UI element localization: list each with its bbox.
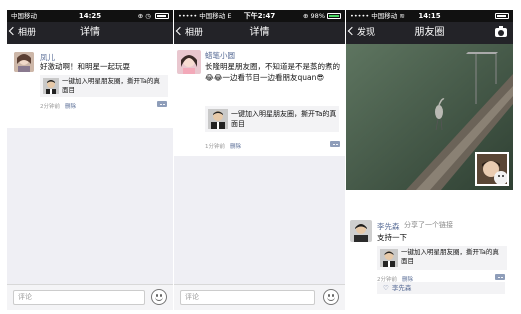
battery-icon bbox=[327, 13, 341, 19]
link-thumbnail bbox=[208, 109, 228, 129]
post-meta: 1分钟前 删除 bbox=[205, 142, 241, 150]
status-bar: ••••• 中国移动 E 下午2:47 ⊕ 98% bbox=[174, 10, 345, 22]
avatar-image bbox=[177, 50, 201, 74]
delete-link[interactable]: 删除 bbox=[230, 144, 241, 150]
chevron-left-icon bbox=[175, 26, 185, 36]
heart-icon: ♡ bbox=[383, 284, 389, 292]
post-detail: 凤儿 好激动啊！和明星一起玩耍 一键加入明星朋友圈，撕开Ta的真面目 2分钟前删… bbox=[7, 44, 173, 128]
status-bar: 中国移动 14:25 ⊕ ◷ bbox=[7, 10, 173, 22]
avatar[interactable] bbox=[177, 50, 201, 74]
nav-bar: 相册 详情 bbox=[7, 22, 173, 44]
post-text: 长隆明星朋友圈，不知道是不是蒸的煮的😂😂一边看节目一边看朋友quan😎 bbox=[205, 62, 340, 82]
my-avatar[interactable] bbox=[475, 152, 509, 186]
my-avatar-image bbox=[477, 154, 507, 184]
alarm-icon: ◷ bbox=[145, 12, 151, 20]
shared-link-card[interactable]: 一键加入明星朋友圈，撕开Ta的真面目 bbox=[40, 75, 168, 97]
liked-by-name[interactable]: 李先森 bbox=[392, 284, 412, 292]
avatar-image bbox=[350, 220, 372, 242]
shared-link-card[interactable]: 一键加入明星朋友圈，撕开Ta的真面目 bbox=[205, 106, 339, 132]
comment-action-button[interactable] bbox=[330, 141, 340, 147]
nav-bar: 相册 详情 bbox=[174, 22, 345, 44]
avatar[interactable] bbox=[350, 220, 372, 242]
back-button[interactable]: 发现 bbox=[347, 22, 376, 44]
emoji-icon[interactable] bbox=[151, 289, 167, 305]
back-button[interactable]: 相册 bbox=[8, 22, 37, 44]
avatar[interactable] bbox=[14, 52, 34, 72]
status-icons: ⊕ 98% bbox=[303, 10, 341, 22]
likes-bar: ♡ 李先森 bbox=[377, 282, 505, 294]
moments-feed: 李先森 分享了一个链接 支持一下 一键加入明星朋友圈，撕开Ta的真面目 2分钟前… bbox=[346, 190, 513, 310]
comment-bar: 评论 bbox=[7, 284, 173, 310]
post-detail: 蜡笔小圆 长隆明星朋友圈，不知道是不是蒸的煮的😂😂一边看节目一边看朋友quan😎… bbox=[174, 44, 345, 156]
status-time: 14:15 bbox=[418, 12, 441, 20]
screen-moment-detail-1: 中国移动 14:25 ⊕ ◷ 相册 详情 凤儿 好激动啊！和明星一起玩耍 一键加… bbox=[7, 10, 173, 310]
link-thumbnail bbox=[43, 78, 59, 94]
post-meta: 2分钟前 删除 bbox=[40, 102, 76, 110]
chevron-left-icon bbox=[347, 26, 357, 36]
post-text: 支持一下 bbox=[377, 233, 407, 242]
back-label: 发现 bbox=[357, 28, 376, 38]
battery-icon bbox=[155, 13, 169, 19]
lock-icon: ⊕ bbox=[137, 12, 144, 20]
link-thumbnail bbox=[380, 249, 398, 267]
link-title: 一键加入明星朋友圈，撕开Ta的真面目 bbox=[401, 248, 499, 265]
comment-action-button[interactable] bbox=[495, 274, 505, 280]
link-title: 一键加入明星朋友圈，撕开Ta的真面目 bbox=[62, 77, 160, 94]
comment-bar: 评论 bbox=[174, 284, 345, 310]
avatar-image bbox=[14, 52, 34, 72]
emoji-icon[interactable] bbox=[323, 289, 339, 305]
link-title: 一键加入明星朋友圈，撕开Ta的真面目 bbox=[231, 110, 337, 128]
cover-photo[interactable] bbox=[346, 44, 513, 190]
post-time: 1分钟前 bbox=[205, 144, 225, 150]
battery-icon bbox=[495, 13, 509, 19]
poster-name[interactable]: 李先森 bbox=[377, 221, 400, 232]
comment-input[interactable]: 评论 bbox=[13, 290, 145, 305]
comment-action-button[interactable] bbox=[157, 101, 167, 107]
back-button[interactable]: 相册 bbox=[175, 22, 204, 44]
status-icons bbox=[493, 10, 509, 22]
poster-name[interactable]: 蜡笔小圆 bbox=[205, 50, 235, 61]
screen-moments-feed: ••••• 中国移动 ≋ 14:15 发现 朋友圈 李先森 分享了一个链接 支持… bbox=[346, 10, 513, 310]
back-label: 相册 bbox=[185, 28, 204, 38]
post-text: 好激动啊！和明星一起玩耍 bbox=[40, 62, 130, 71]
delete-link[interactable]: 删除 bbox=[65, 104, 76, 110]
camera-icon[interactable] bbox=[495, 26, 507, 37]
battery-percent: 98% bbox=[310, 12, 325, 20]
chevron-left-icon bbox=[8, 26, 18, 36]
post-action: 分享了一个链接 bbox=[404, 221, 453, 229]
screen-moment-detail-2: ••••• 中国移动 E 下午2:47 ⊕ 98% 相册 详情 蜡笔小圆 长隆明… bbox=[174, 10, 345, 310]
status-icons: ⊕ ◷ bbox=[138, 10, 169, 22]
nav-bar: 发现 朋友圈 bbox=[346, 22, 513, 44]
status-bar: ••••• 中国移动 ≋ 14:15 bbox=[346, 10, 513, 22]
back-label: 相册 bbox=[18, 28, 37, 38]
post-time: 2分钟前 bbox=[40, 104, 60, 110]
comment-input[interactable]: 评论 bbox=[180, 290, 315, 305]
lock-icon: ⊕ bbox=[303, 12, 309, 20]
shared-link-card[interactable]: 一键加入明星朋友圈，撕开Ta的真面目 bbox=[377, 246, 507, 270]
